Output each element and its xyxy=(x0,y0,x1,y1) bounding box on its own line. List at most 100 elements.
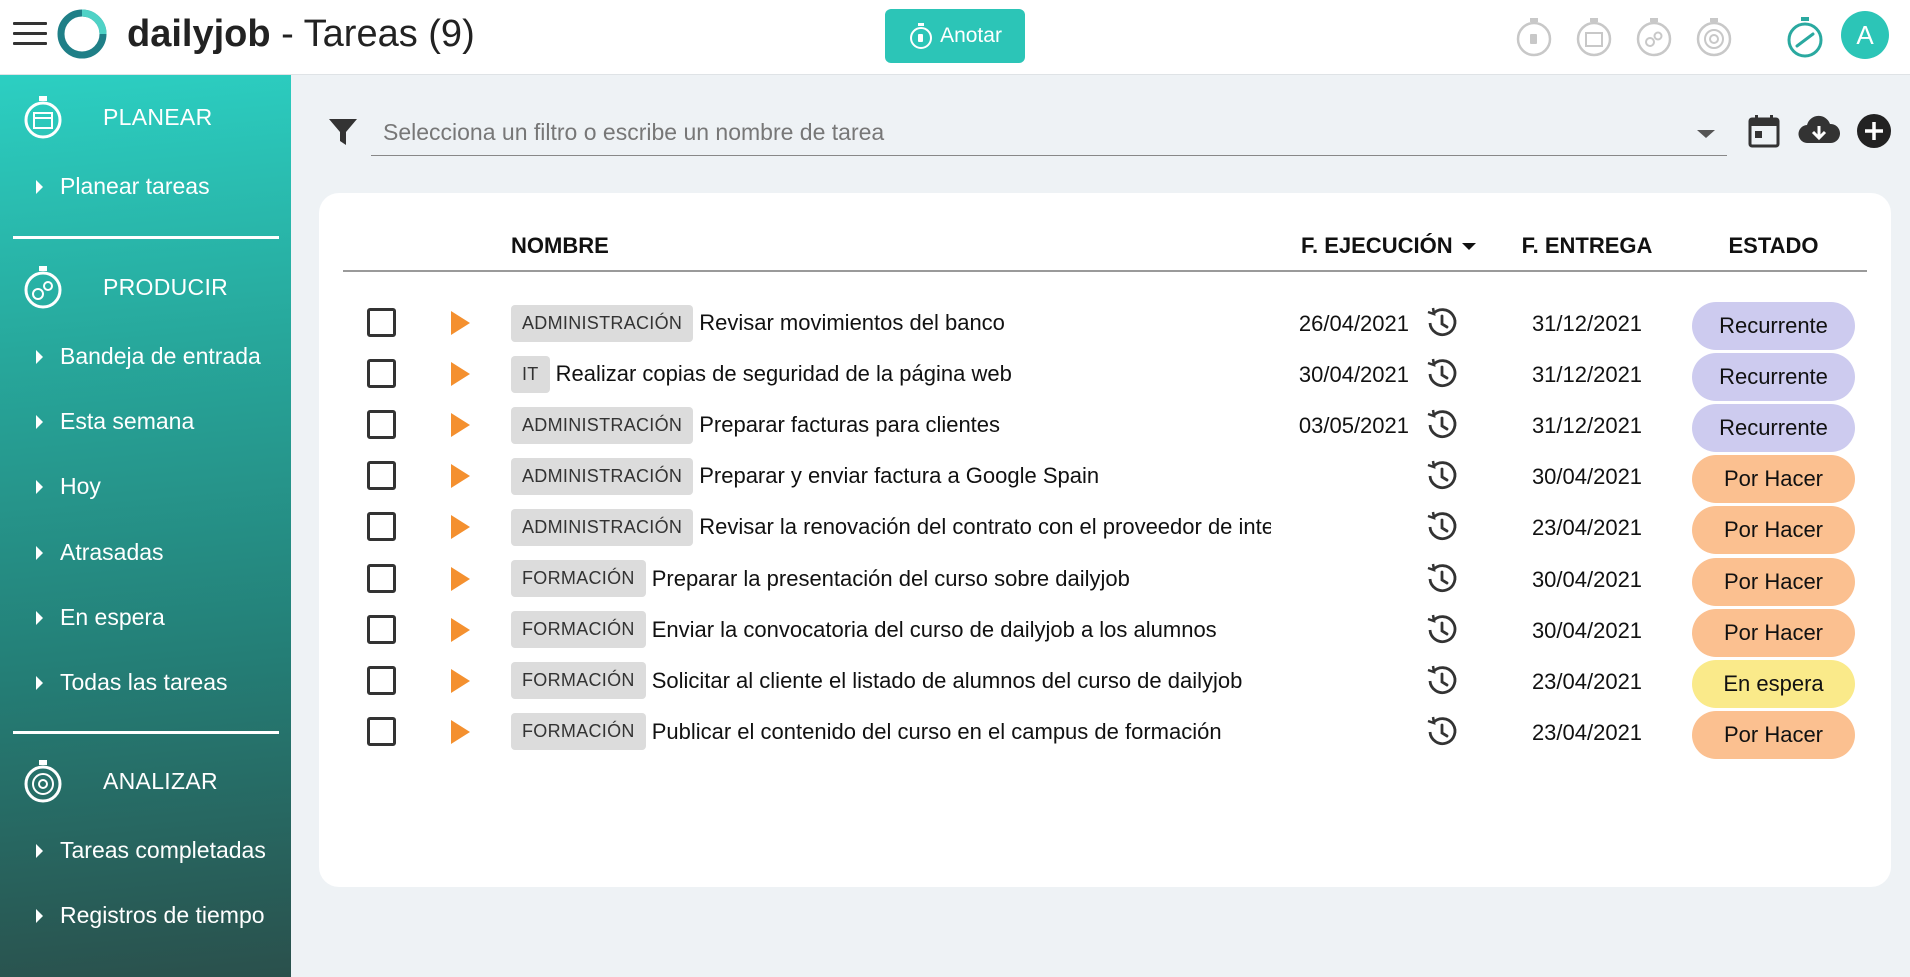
task-cell[interactable]: ADMINISTRACIÓN Preparar y enviar factura … xyxy=(511,456,1271,496)
play-icon[interactable] xyxy=(451,668,470,693)
task-cell[interactable]: FORMACIÓN Preparar la presentación del cu… xyxy=(511,559,1271,599)
sidebar-item-tareas-completadas[interactable]: Tareas completadas xyxy=(36,837,266,864)
sidebar-item-registros-de-tiempo[interactable]: Registros de tiempo xyxy=(36,902,265,929)
sidebar-item-esta-semana[interactable]: Esta semana xyxy=(36,408,194,435)
reschedule-clock-icon[interactable] xyxy=(1425,715,1459,749)
task-checkbox[interactable] xyxy=(367,512,396,542)
column-header-f-entrega[interactable]: F. ENTREGA xyxy=(1512,233,1662,259)
sidebar-item-label: Tareas completadas xyxy=(60,837,266,863)
anotar-button[interactable]: Anotar xyxy=(885,9,1025,63)
reschedule-clock-icon[interactable] xyxy=(1425,613,1459,647)
due-date: 30/04/2021 xyxy=(1531,617,1643,643)
play-icon[interactable] xyxy=(451,617,470,642)
task-checkbox[interactable] xyxy=(367,410,396,440)
play-icon[interactable] xyxy=(451,311,470,335)
target-stopwatch-icon xyxy=(24,760,62,803)
caret-right-icon xyxy=(36,414,43,429)
calendar-stopwatch-icon[interactable] xyxy=(1572,12,1616,62)
due-date: 23/04/2021 xyxy=(1531,515,1643,541)
sidebar-item-label: Atrasadas xyxy=(60,539,164,565)
task-tag: ADMINISTRACIÓN xyxy=(511,508,694,546)
caret-right-icon xyxy=(36,545,43,560)
sidebar-item-todas-las-tareas[interactable]: Todas las tareas xyxy=(36,669,227,696)
task-cell[interactable]: FORMACIÓN Enviar la convocatoria del curs… xyxy=(511,610,1271,650)
reschedule-clock-icon[interactable] xyxy=(1425,306,1459,340)
caret-right-icon xyxy=(36,843,43,858)
hamburger-menu-icon[interactable] xyxy=(13,22,47,50)
gears-stopwatch-icon[interactable] xyxy=(1632,12,1676,62)
play-icon[interactable] xyxy=(451,413,470,438)
play-icon[interactable] xyxy=(451,515,470,540)
reschedule-clock-icon[interactable] xyxy=(1425,459,1459,493)
task-cell[interactable]: IT Realizar copias de seguridad de la pág… xyxy=(511,354,1271,394)
task-checkbox[interactable] xyxy=(367,563,396,593)
task-checkbox[interactable] xyxy=(367,308,396,337)
caret-right-icon xyxy=(36,675,43,690)
sidebar-section-planear[interactable]: PLANEAR xyxy=(20,92,212,142)
section-label: PLANEAR xyxy=(103,103,213,130)
task-tag: ADMINISTRACIÓN xyxy=(511,304,694,342)
filter-input[interactable]: Selecciona un filtro o escribe un nombre… xyxy=(371,110,1727,156)
due-date: 31/12/2021 xyxy=(1531,413,1643,439)
column-header-nombre[interactable]: NOMBRE xyxy=(511,233,609,259)
column-header-f-ejecucion[interactable]: F. EJECUCIÓN xyxy=(1301,233,1476,259)
reschedule-clock-icon[interactable] xyxy=(1425,357,1459,391)
table-row[interactable]: FORMACIÓN Publicar el contenido del curso… xyxy=(343,701,1867,763)
sidebar-item-label: En espera xyxy=(60,604,165,630)
play-icon[interactable] xyxy=(451,464,470,489)
sidebar-item-atrasadas[interactable]: Atrasadas xyxy=(36,539,164,566)
timer-icon[interactable] xyxy=(1783,14,1827,60)
task-name: Revisar la renovación del contrato con e… xyxy=(699,514,1271,540)
due-date: 30/04/2021 xyxy=(1531,566,1643,592)
chevron-down-icon[interactable] xyxy=(1697,130,1715,138)
due-date: 30/04/2021 xyxy=(1531,464,1643,490)
sidebar-section-producir[interactable]: PRODUCIR xyxy=(20,262,228,312)
sidebar-divider xyxy=(13,731,279,734)
task-cell[interactable]: ADMINISTRACIÓN Preparar facturas para cli… xyxy=(511,405,1271,445)
task-cell[interactable]: FORMACIÓN Solicitar al cliente el listado… xyxy=(511,661,1271,701)
sidebar-item-en-espera[interactable]: En espera xyxy=(36,604,165,631)
task-checkbox[interactable] xyxy=(367,665,396,695)
target-stopwatch-icon[interactable] xyxy=(1692,12,1736,62)
cloud-download-icon[interactable] xyxy=(1797,110,1841,152)
filter-icon[interactable] xyxy=(328,117,358,147)
sidebar-item-bandeja-de-entrada[interactable]: Bandeja de entrada xyxy=(36,343,261,370)
title-text: - Tareas (9) xyxy=(270,13,475,55)
sidebar-item-label: Esta semana xyxy=(60,408,195,434)
column-header-estado[interactable]: ESTADO xyxy=(1692,233,1855,259)
sidebar-item-hoy[interactable]: Hoy xyxy=(36,473,101,500)
reschedule-clock-icon[interactable] xyxy=(1425,664,1459,698)
calendar-icon[interactable] xyxy=(1745,110,1783,152)
add-circle-icon[interactable] xyxy=(1855,110,1893,152)
sidebar-section-analizar[interactable]: ANALIZAR xyxy=(20,756,218,806)
task-name: Solicitar al cliente el listado de alumn… xyxy=(651,667,1243,693)
task-checkbox[interactable] xyxy=(367,461,396,491)
avatar[interactable]: A xyxy=(1841,11,1889,59)
sidebar-item-label: Bandeja de entrada xyxy=(60,343,261,369)
reschedule-clock-icon[interactable] xyxy=(1425,562,1459,596)
execution-date: 03/05/2021 xyxy=(1298,413,1409,439)
dailyjob-logo xyxy=(57,9,107,59)
play-icon[interactable] xyxy=(451,362,470,387)
stopwatch-hand-icon[interactable] xyxy=(1512,12,1556,62)
sidebar-item-planear-tareas[interactable]: Planear tareas xyxy=(36,173,210,200)
reschedule-clock-icon[interactable] xyxy=(1425,510,1459,544)
task-checkbox[interactable] xyxy=(367,359,396,389)
play-icon[interactable] xyxy=(451,566,470,591)
play-icon[interactable] xyxy=(451,719,470,744)
section-label: ANALIZAR xyxy=(103,767,218,794)
task-cell[interactable]: ADMINISTRACIÓN Revisar la renovación del … xyxy=(511,507,1271,547)
task-tag: ADMINISTRACIÓN xyxy=(511,457,694,495)
task-cell[interactable]: ADMINISTRACIÓN Revisar movimientos del ba… xyxy=(511,303,1271,343)
reschedule-clock-icon[interactable] xyxy=(1425,408,1459,442)
caret-right-icon xyxy=(36,479,43,494)
status-badge[interactable]: Por Hacer xyxy=(1692,710,1855,759)
caret-right-icon xyxy=(36,349,43,364)
task-checkbox[interactable] xyxy=(367,716,396,746)
sidebar-divider xyxy=(13,236,279,239)
sidebar-item-label: Registros de tiempo xyxy=(60,902,265,928)
caret-right-icon xyxy=(36,179,43,194)
task-cell[interactable]: FORMACIÓN Publicar el contenido del curso… xyxy=(511,712,1271,752)
task-checkbox[interactable] xyxy=(367,614,396,644)
column-header-label: F. EJECUCIÓN xyxy=(1301,233,1453,258)
